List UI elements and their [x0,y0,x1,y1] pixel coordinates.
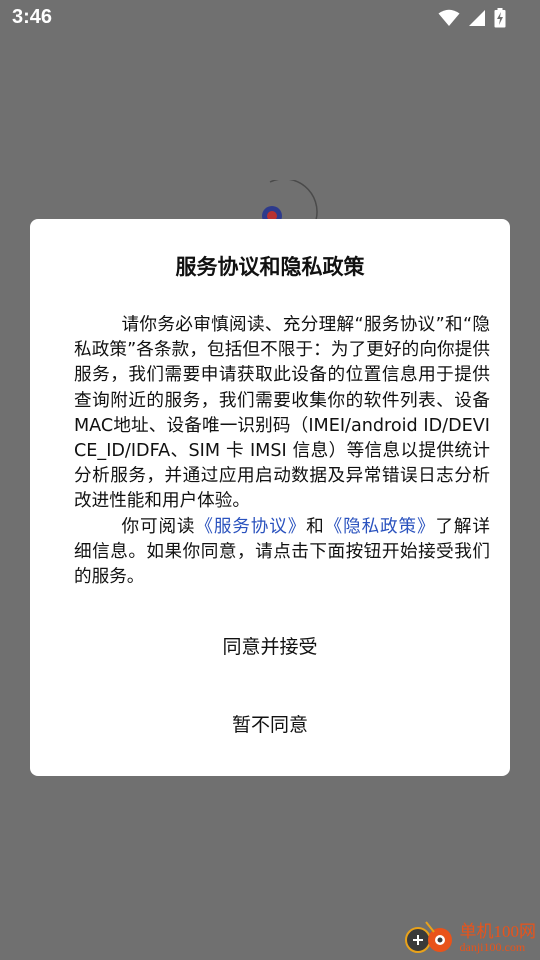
status-time: 3:46 [12,6,53,28]
privacy-policy-link[interactable]: 《隐私政策》 [325,517,436,537]
and-text: 和 [306,516,325,537]
accept-button[interactable]: 同意并接受 [30,623,510,671]
privacy-dialog: 服务协议和隐私政策 请你务必审慎阅读、充分理解“服务协议”和“隐私政策”各条款，… [30,219,510,776]
signal-icon [468,9,486,27]
wifi-icon [438,9,460,27]
agreement-paragraph: 请你务必审慎阅读、充分理解“服务协议”和“隐私政策”各条款，包括但不限于：为了更… [74,315,490,512]
links-paragraph: 你可阅读《服务协议》和《隐私政策》了解详细信息。如果你同意，请点击下面按钮开始接… [74,515,490,591]
service-agreement-link[interactable]: 《服务协议》 [195,517,306,537]
watermark: 单机100网 danji100.com [404,918,537,958]
read-prefix: 你可阅读 [121,516,196,537]
dialog-body: 请你务必审慎阅读、充分理解“服务协议”和“隐私政策”各条款，包括但不限于：为了更… [74,313,490,590]
screen: 3:46 服务协议和隐私政策 请你务必审慎阅读、充分理解“服务协议”和“隐私政策… [0,0,540,960]
watermark-text: 单机100网 danji100.com [459,921,537,954]
watermark-logo [404,918,456,958]
decline-button[interactable]: 暂不同意 [30,701,510,749]
watermark-url: danji100.com [459,939,526,954]
battery-icon [494,8,506,28]
status-icons [438,8,506,28]
dialog-title: 服务协议和隐私政策 [175,255,365,279]
watermark-name: 单机100网 [459,921,537,941]
status-bar: 3:46 [0,0,540,38]
